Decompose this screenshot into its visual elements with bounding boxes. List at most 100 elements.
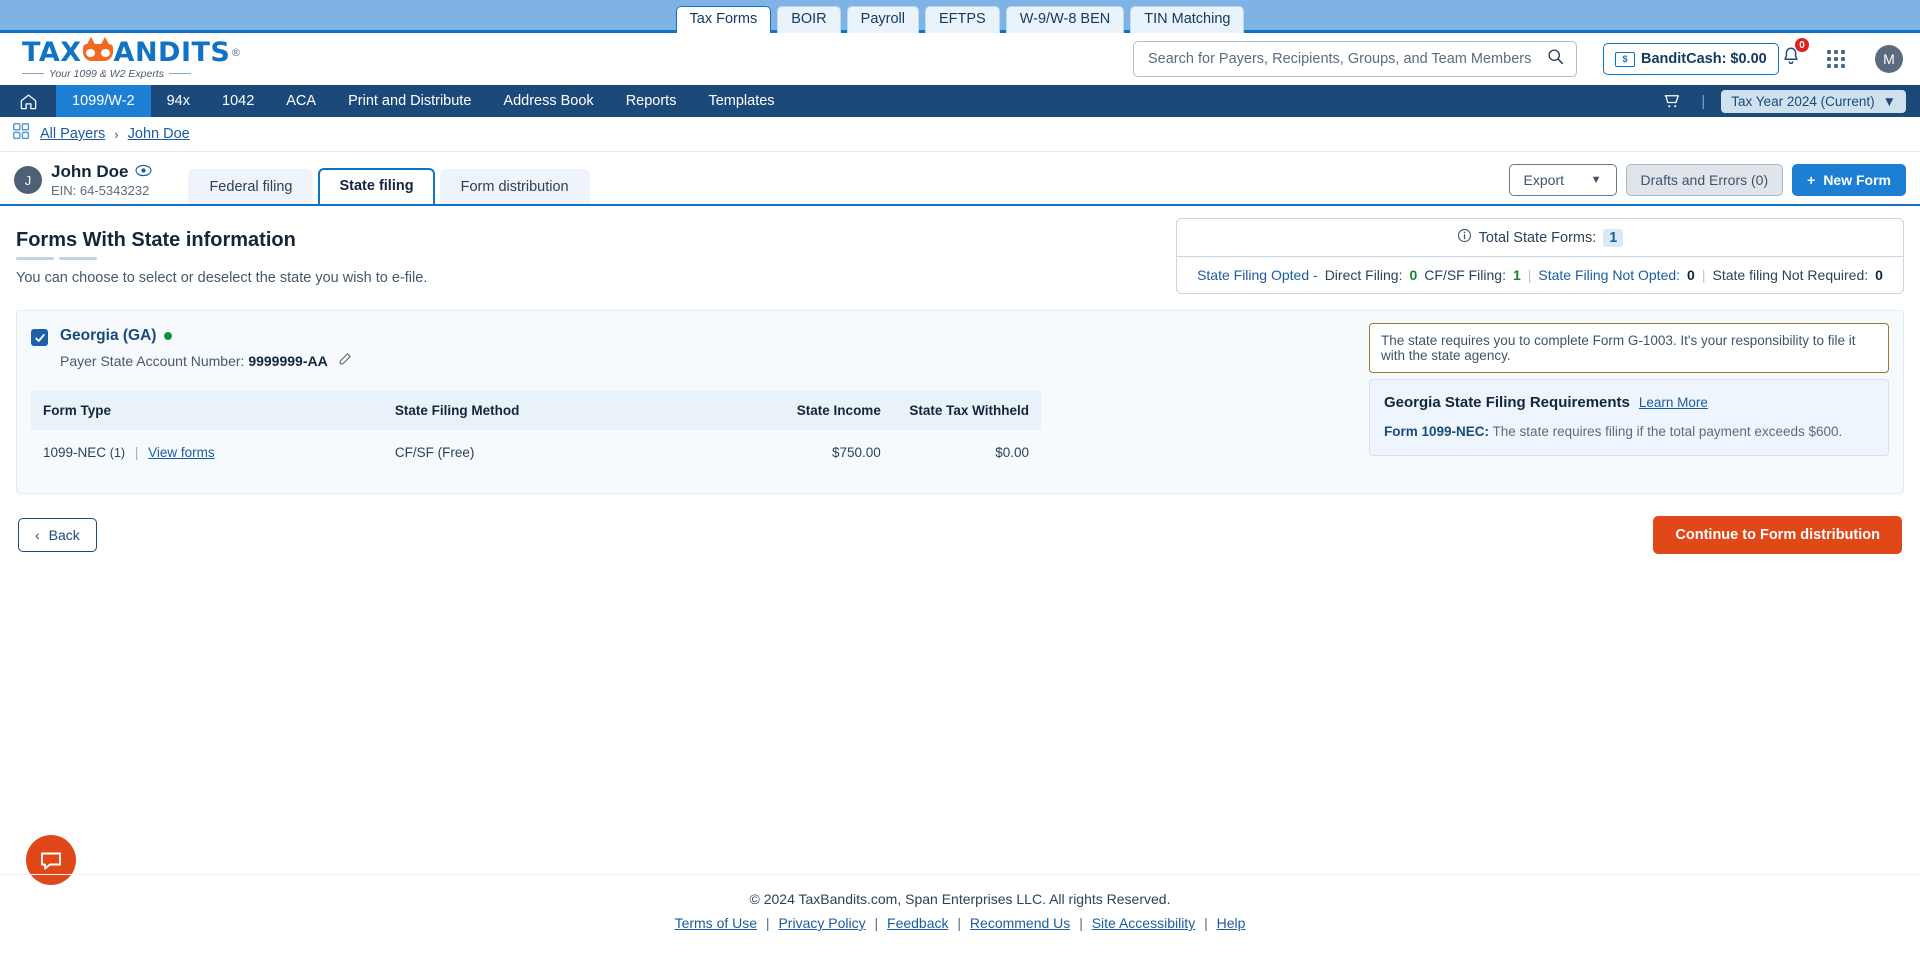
footer-separator: |	[1204, 915, 1208, 931]
info-icon[interactable]	[1457, 228, 1472, 247]
state-checkbox-georgia[interactable]	[31, 329, 48, 346]
product-tab-tax-forms[interactable]: Tax Forms	[675, 6, 772, 33]
tax-year-label: Tax Year 2024 (Current)	[1731, 93, 1875, 109]
nav-item-aca[interactable]: ACA	[270, 85, 332, 117]
footer-separator: |	[957, 915, 962, 931]
psan-label: Payer State Account Number:	[60, 352, 245, 369]
total-state-forms-row: Total State Forms: 1	[1177, 219, 1903, 257]
logo-tagline-text: Your 1099 & W2 Experts	[49, 67, 164, 80]
payer-header-actions: Export ▼ Drafts and Errors (0) + New For…	[1508, 164, 1906, 204]
product-tab-payroll[interactable]: Payroll	[846, 6, 919, 33]
product-tab-w9-w8ben[interactable]: W-9/W-8 BEN	[1005, 6, 1125, 33]
new-form-button[interactable]: + New Form	[1792, 164, 1906, 196]
nav-item-templates[interactable]: Templates	[692, 85, 790, 117]
form-type-count: (1)	[109, 446, 126, 460]
footer-link-help[interactable]: Help	[1217, 915, 1246, 931]
footer-link-privacy-policy[interactable]: Privacy Policy	[778, 915, 865, 931]
continue-to-form-distribution-button[interactable]: Continue to Form distribution	[1653, 516, 1902, 554]
search-input[interactable]	[1146, 50, 1547, 68]
back-button[interactable]: ‹ Back	[18, 518, 97, 552]
apps-grid-icon[interactable]	[12, 122, 31, 146]
notifications-button[interactable]: 0	[1780, 37, 1810, 73]
cfsf-filing-value: 1	[1512, 267, 1521, 283]
chevron-right-icon: ›	[114, 126, 119, 142]
chevron-down-icon: ▼	[1590, 174, 1602, 186]
search-icon[interactable]	[1547, 48, 1564, 70]
logo-wordmark: TAX ANDITS ®	[22, 36, 242, 68]
taxbandits-logo[interactable]: TAX ANDITS ® Your 1099 & W2 Experts	[22, 36, 242, 80]
drafts-and-errors-button[interactable]: Drafts and Errors (0)	[1625, 164, 1784, 196]
nav-item-1042[interactable]: 1042	[206, 85, 270, 117]
breadcrumb-item-all-payers[interactable]: All Payers	[40, 126, 105, 142]
cell-state-filing-method: CF/SF (Free)	[382, 430, 736, 475]
state-filing-not-required-value: 0	[1875, 267, 1883, 283]
tab-federal-filing[interactable]: Federal filing	[188, 169, 314, 204]
learn-more-link[interactable]: Learn More	[1639, 395, 1708, 410]
payer-identity: J John Doe EIN: 64-5343232	[14, 162, 152, 204]
plus-icon: +	[1807, 172, 1816, 188]
state-filing-not-opted-label: State Filing Not Opted:	[1538, 267, 1681, 283]
nav-item-reports[interactable]: Reports	[610, 85, 693, 117]
nav-item-94x[interactable]: 94x	[151, 85, 206, 117]
export-button[interactable]: Export ▼	[1508, 164, 1617, 196]
nav-item-1099-w2[interactable]: 1099/W-2	[56, 85, 151, 117]
footer-link-site-accessibility[interactable]: Site Accessibility	[1092, 915, 1195, 931]
column-state-tax-withheld: State Tax Withheld	[892, 391, 1041, 430]
main-navbar: 1099/W-2 94x 1042 ACA Print and Distribu…	[0, 85, 1920, 117]
cash-icon: $	[1615, 51, 1635, 67]
state-status-dot-icon	[164, 332, 173, 340]
column-state-filing-method: State Filing Method	[382, 391, 736, 430]
table-row: 1099-NEC (1) | View forms CF/SF (Free) $…	[31, 430, 1041, 475]
logo-tagline: Your 1099 & W2 Experts	[22, 68, 191, 80]
bottom-actions: ‹ Back Continue to Form distribution	[16, 516, 1904, 554]
chevron-left-icon: ‹	[35, 527, 40, 543]
breadcrumb-item-john-doe[interactable]: John Doe	[128, 126, 190, 142]
user-avatar[interactable]: M	[1875, 45, 1903, 73]
state-info: Georgia (GA) Payer State Account Number:…	[60, 327, 352, 369]
nav-item-address-book[interactable]: Address Book	[487, 85, 609, 117]
tab-state-filing[interactable]: State filing	[318, 168, 435, 204]
view-forms-link[interactable]: View forms	[148, 445, 215, 460]
payer-state-account-number: Payer State Account Number: 9999999-AA	[60, 352, 352, 369]
form-type-value: 1099-NEC	[43, 445, 107, 460]
banditcash-button[interactable]: $ BanditCash: $0.00	[1603, 43, 1779, 75]
navbar-right: | Tax Year 2024 (Current) ▼	[1646, 85, 1920, 117]
cart-icon[interactable]	[1646, 92, 1697, 110]
cell-form-type: 1099-NEC (1) | View forms	[31, 430, 383, 475]
direct-filing-value: 0	[1409, 267, 1418, 283]
footer-copyright: © 2024 TaxBandits.com, Span Enterprises …	[749, 891, 1171, 907]
bell-icon[interactable]	[1780, 47, 1802, 72]
payer-name: John Doe	[51, 162, 152, 182]
cell-state-tax-withheld: $0.00	[892, 430, 1041, 475]
summary-separator-1: |	[1527, 267, 1532, 283]
grid-apps-icon[interactable]	[1827, 50, 1845, 68]
tab-form-distribution[interactable]: Form distribution	[439, 169, 590, 204]
footer-link-feedback[interactable]: Feedback	[887, 915, 948, 931]
requirements-body: Form 1099-NEC: The state requires filing…	[1384, 424, 1874, 439]
product-tab-eftps[interactable]: EFTPS	[924, 6, 1000, 33]
requirements-title-row: Georgia State Filing Requirements Learn …	[1384, 394, 1874, 411]
product-tab-tin-matching[interactable]: TIN Matching	[1130, 6, 1245, 33]
total-state-forms-label: Total State Forms:	[1478, 229, 1597, 246]
requirements-form-label: Form 1099-NEC:	[1384, 424, 1490, 439]
banditcash-label: BanditCash: $0.00	[1641, 51, 1767, 67]
state-filing-not-required-label: State filing Not Required:	[1712, 267, 1869, 283]
home-icon[interactable]	[0, 85, 56, 117]
nav-item-print-and-distribute[interactable]: Print and Distribute	[332, 85, 487, 117]
new-form-label: New Form	[1823, 172, 1891, 188]
state-forms-summary: Total State Forms: 1 State Filing Opted …	[1176, 218, 1904, 294]
eye-icon[interactable]	[135, 162, 152, 182]
global-search[interactable]	[1133, 41, 1577, 77]
export-label: Export	[1523, 172, 1564, 188]
product-tab-boir[interactable]: BOIR	[777, 6, 841, 33]
footer-link-terms-of-use[interactable]: Terms of Use	[675, 915, 757, 931]
footer-link-recommend-us[interactable]: Recommend Us	[970, 915, 1070, 931]
state-filing-breakdown: State Filing Opted - Direct Filing: 0 CF…	[1177, 257, 1903, 293]
tax-year-selector[interactable]: Tax Year 2024 (Current) ▼	[1721, 89, 1906, 113]
logo-text-tax: TAX	[22, 36, 82, 68]
pencil-edit-icon[interactable]	[338, 352, 352, 369]
summary-separator-2: |	[1701, 267, 1706, 283]
bandit-mask-icon	[82, 36, 113, 61]
state-filing-opted-label: State Filing Opted -	[1197, 267, 1318, 283]
requirements-title: Georgia State Filing Requirements	[1384, 394, 1630, 411]
